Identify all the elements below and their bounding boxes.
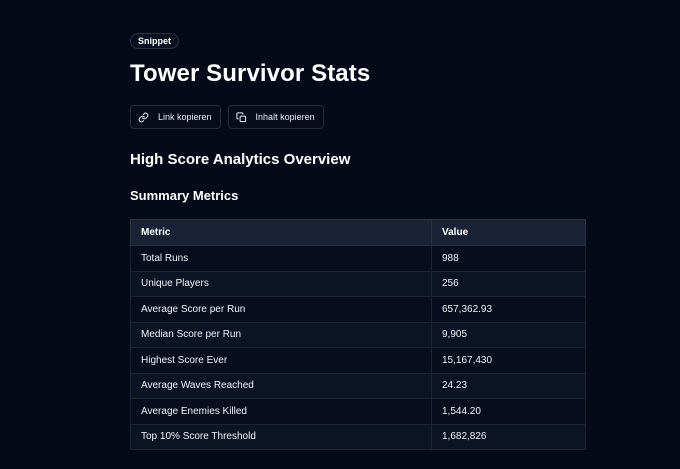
- snippet-content: Snippet Tower Survivor Stats Link kopier…: [130, 31, 586, 450]
- metric-cell: Total Runs: [130, 245, 432, 272]
- copy-link-label: Link kopieren: [158, 112, 212, 122]
- copy-content-label: Inhalt kopieren: [255, 112, 315, 122]
- table-row: Total Runs 988: [130, 245, 586, 272]
- action-bar: Link kopieren Inhalt kopieren: [130, 105, 586, 129]
- copy-content-button[interactable]: Inhalt kopieren: [227, 105, 324, 129]
- metric-cell: Highest Score Ever: [130, 347, 432, 374]
- metric-cell: Average Enemies Killed: [130, 398, 432, 425]
- subsection-title: Summary Metrics: [130, 188, 239, 203]
- value-cell: 9,905: [431, 321, 586, 348]
- value-cell: 988: [431, 245, 586, 272]
- metric-cell: Average Waves Reached: [130, 372, 432, 399]
- metric-cell: Average Score per Run: [130, 296, 432, 323]
- table-row: Average Enemies Killed 1,544.20: [130, 398, 586, 425]
- summary-metrics-table: Metric Value Total Runs 988 Unique Playe…: [130, 219, 586, 450]
- table-row: Unique Players 256: [130, 270, 586, 297]
- table-row: Average Waves Reached 24.23: [130, 372, 586, 399]
- table-row: Highest Score Ever 15,167,430: [130, 347, 586, 374]
- page-title: Tower Survivor Stats: [130, 60, 371, 87]
- value-cell: 1,544.20: [431, 398, 586, 425]
- value-cell: 24.23: [431, 372, 586, 399]
- value-cell: 256: [431, 270, 586, 297]
- metric-cell: Unique Players: [130, 270, 432, 297]
- table-header-row: Metric Value: [130, 219, 586, 246]
- copy-link-button[interactable]: Link kopieren: [130, 105, 221, 129]
- column-header-metric: Metric: [130, 219, 432, 246]
- column-header-value: Value: [431, 219, 586, 246]
- metric-cell: Median Score per Run: [130, 321, 432, 348]
- snippet-badge: Snippet: [130, 33, 179, 49]
- link-icon: [138, 112, 149, 122]
- value-cell: 657,362.93: [431, 296, 586, 323]
- table-row: Average Score per Run 657,362.93: [130, 296, 586, 323]
- copy-icon: [235, 111, 246, 122]
- metric-cell: Top 10% Score Threshold: [130, 423, 432, 450]
- table-row: Top 10% Score Threshold 1,682,826: [130, 423, 586, 450]
- value-cell: 1,682,826: [431, 423, 586, 450]
- table-row: Median Score per Run 9,905: [130, 321, 586, 348]
- page: Snippet Tower Survivor Stats Link kopier…: [0, 0, 680, 469]
- section-title: High Score Analytics Overview: [130, 151, 351, 168]
- value-cell: 15,167,430: [431, 347, 586, 374]
